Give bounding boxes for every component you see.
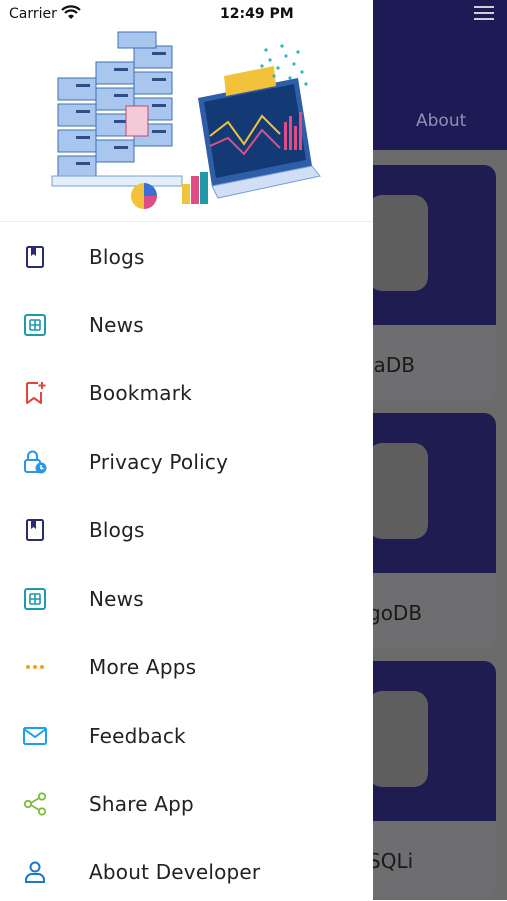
menu-item-more-apps[interactable]: More Apps: [0, 636, 373, 696]
menu-item-label: Blogs: [89, 245, 145, 269]
wifi-icon: [61, 5, 81, 19]
db-card[interactable]: iaDB: [360, 165, 496, 401]
menu-item-share-app[interactable]: Share App: [0, 773, 373, 833]
menu-item-about-developer[interactable]: About Developer: [0, 841, 373, 901]
menu-icon[interactable]: [474, 6, 494, 20]
menu-item-label: News: [89, 313, 144, 337]
navigation-drawer: Carrier 12:49 PM Blogs News Bookmark Pri…: [0, 0, 373, 900]
menu-item-label: Bookmark: [89, 381, 192, 405]
clock: 12:49 PM: [220, 6, 294, 22]
menu-item-news[interactable]: News: [0, 294, 373, 354]
db-card-label: iaDB: [368, 353, 415, 377]
database-icon: [368, 691, 428, 787]
book-icon: [26, 246, 44, 268]
privacy-lock-icon: [24, 450, 47, 474]
book-icon: [26, 519, 44, 541]
database-illustration: [51, 31, 321, 209]
database-icon: [368, 443, 428, 539]
menu-item-feedback[interactable]: Feedback: [0, 705, 373, 765]
menu-item-blogs[interactable]: Blogs: [0, 226, 373, 286]
db-card-label: goDB: [368, 601, 423, 625]
menu-item-label: Privacy Policy: [89, 450, 229, 474]
menu-item-bookmark[interactable]: Bookmark: [0, 362, 373, 422]
menu-item-privacy-policy[interactable]: Privacy Policy: [0, 431, 373, 491]
menu-item-label: More Apps: [89, 655, 197, 679]
menu-item-news[interactable]: News: [0, 568, 373, 628]
tab-about[interactable]: About: [416, 111, 466, 131]
share-icon: [23, 792, 47, 816]
menu-item-label: Feedback: [89, 724, 186, 748]
menu-item-label: News: [89, 587, 144, 611]
menu-item-label: About Developer: [89, 860, 261, 884]
menu-item-blogs[interactable]: Blogs: [0, 499, 373, 559]
mail-icon: [23, 727, 47, 745]
person-icon: [25, 861, 45, 883]
db-card[interactable]: SQLi: [360, 661, 496, 897]
bookmark-icon: [26, 382, 46, 404]
menu-item-label: Share App: [89, 792, 194, 816]
menu-item-label: Blogs: [89, 518, 145, 542]
carrier-label: Carrier: [9, 6, 57, 22]
more-dots-icon: [26, 665, 44, 669]
db-card-label: SQLi: [368, 849, 414, 873]
database-icon: [368, 195, 428, 291]
news-icon: [24, 588, 46, 610]
db-card[interactable]: goDB: [360, 413, 496, 649]
drawer-divider: [0, 221, 373, 222]
status-bar: Carrier 12:49 PM: [0, 0, 373, 28]
news-icon: [24, 314, 46, 336]
